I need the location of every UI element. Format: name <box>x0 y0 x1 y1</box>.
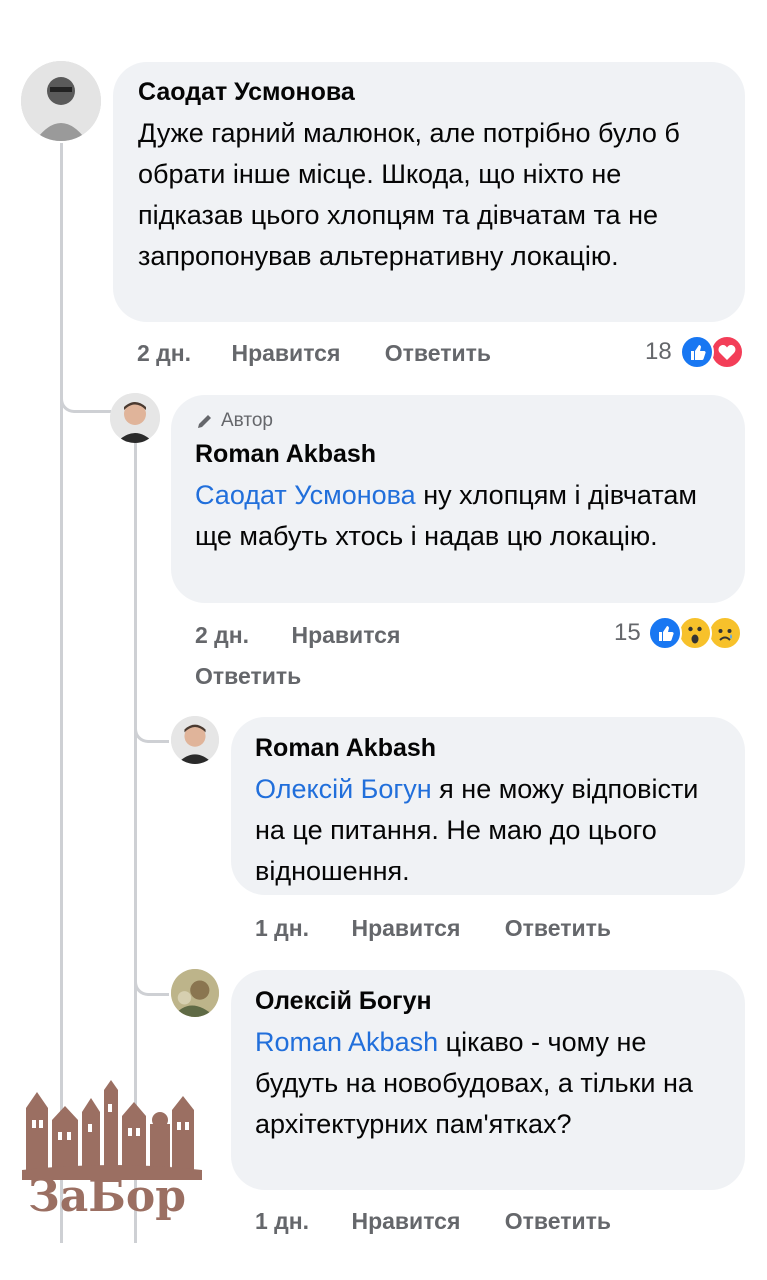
like-button[interactable]: Нравится <box>351 1208 460 1234</box>
comment-author[interactable]: Саодат Усмонова <box>138 77 720 107</box>
mention-link[interactable]: Олексій Богун <box>255 774 432 804</box>
avatar[interactable] <box>171 716 219 764</box>
wow-icon <box>678 616 712 650</box>
pencil-icon <box>198 415 211 428</box>
thread-elbow-2 <box>134 712 169 743</box>
comment-actions: 1 дн. Нравится Ответить <box>255 913 611 943</box>
comment-bubble: Олексій Богун Roman Akbash цікаво - чому… <box>231 970 745 1190</box>
comment-bubble: Саодат Усмонова Дуже гарний малюнок, але… <box>113 62 745 322</box>
comment-text: Roman Akbash цікаво - чому не будуть на … <box>255 1027 693 1139</box>
comment-author[interactable]: Roman Akbash <box>195 439 721 469</box>
thread-elbow-3 <box>134 965 169 996</box>
comment-bubble: Автор Roman Akbash Саодат Усмонова ну хл… <box>171 395 745 603</box>
user-photo-icon <box>21 61 101 141</box>
comment-text: Олексій Богун я не можу відповісти на це… <box>255 774 699 886</box>
like-button[interactable]: Нравится <box>291 622 400 648</box>
like-button[interactable]: Нравится <box>351 915 460 941</box>
mention-link[interactable]: Roman Akbash <box>255 1027 438 1057</box>
watermark-logo: ЗаБор <box>22 1080 202 1230</box>
reaction-count[interactable]: 15 <box>614 618 641 648</box>
user-photo-icon <box>171 969 219 1017</box>
comment-actions: 1 дн. Нравится Ответить <box>255 1206 611 1236</box>
comment-author[interactable]: Олексій Богун <box>255 986 721 1016</box>
avatar[interactable] <box>110 393 160 443</box>
comment-time[interactable]: 2 дн. <box>195 622 249 648</box>
comment-author[interactable]: Roman Akbash <box>255 733 721 763</box>
reply-button[interactable]: Ответить <box>195 661 301 691</box>
comment-actions: 2 дн. Нравится Ответить <box>137 338 491 368</box>
reply-button[interactable]: Ответить <box>505 1208 611 1234</box>
love-icon <box>710 335 744 369</box>
comment-actions: 2 дн. Нравится <box>195 620 400 650</box>
mention-link[interactable]: Саодат Усмонова <box>195 480 416 510</box>
reaction-count[interactable]: 18 <box>645 337 672 367</box>
comment-text: Дуже гарний малюнок, але потрібно було б… <box>138 118 680 271</box>
like-button[interactable]: Нравится <box>231 340 340 366</box>
comment-time[interactable]: 2 дн. <box>137 340 191 366</box>
avatar[interactable] <box>21 61 101 141</box>
thread-line-main <box>60 143 63 1243</box>
comment-time[interactable]: 1 дн. <box>255 1208 309 1234</box>
comment-bubble: Roman Akbash Олексій Богун я не можу від… <box>231 717 745 895</box>
like-icon <box>648 616 682 650</box>
watermark-label: ЗаБор <box>28 1171 186 1222</box>
avatar[interactable] <box>171 969 219 1017</box>
like-icon <box>680 335 714 369</box>
user-photo-icon <box>171 716 219 764</box>
comment-time[interactable]: 1 дн. <box>255 915 309 941</box>
thread-elbow-1 <box>60 380 111 413</box>
comment-text: Саодат Усмонова ну хлопцям і дівчатам ще… <box>195 480 697 551</box>
author-badge: Автор <box>195 409 721 433</box>
sad-icon <box>708 616 742 650</box>
reply-button[interactable]: Ответить <box>385 340 491 366</box>
reply-button[interactable]: Ответить <box>505 915 611 941</box>
city-skyline-icon <box>22 1080 202 1180</box>
user-photo-icon <box>110 393 160 443</box>
